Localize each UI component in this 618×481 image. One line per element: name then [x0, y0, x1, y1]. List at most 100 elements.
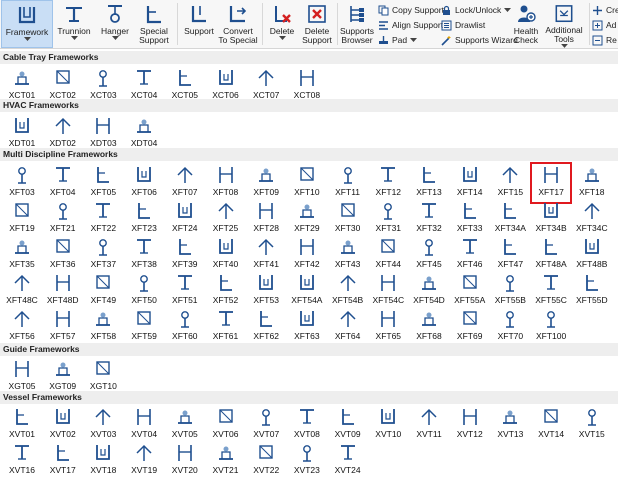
framework-item[interactable]: XFT38	[124, 235, 164, 275]
framework-item[interactable]: XVT22	[246, 441, 286, 481]
framework-item[interactable]: XVT06	[206, 405, 246, 445]
framework-item[interactable]: XFT62	[246, 307, 286, 347]
framework-item[interactable]: XVT13	[490, 405, 530, 445]
framework-item[interactable]: XFT55C	[531, 271, 571, 311]
framework-item[interactable]: XFT35	[2, 235, 42, 275]
framework-item[interactable]: XFT55D	[572, 271, 612, 311]
add-button[interactable]: Ad	[592, 18, 616, 32]
support-button[interactable]: Support	[180, 0, 218, 48]
create-button[interactable]: Cre	[592, 3, 618, 17]
framework-item[interactable]: XFT21	[43, 199, 83, 239]
hanger-button[interactable]: Hanger	[96, 0, 134, 48]
framework-item[interactable]: XVT23	[287, 441, 327, 481]
framework-item[interactable]: XFT41	[246, 235, 286, 275]
framework-item[interactable]: XFT07	[165, 163, 205, 203]
framework-item[interactable]: XFT61	[206, 307, 246, 347]
framework-item[interactable]: XFT55A	[450, 271, 490, 311]
framework-item[interactable]: XFT12	[368, 163, 408, 203]
framework-item[interactable]: XFT52	[206, 271, 246, 311]
framework-item[interactable]: XFT08	[206, 163, 246, 203]
special-support-button[interactable]: Special Support	[136, 0, 172, 48]
framework-item[interactable]: XVT07	[246, 405, 286, 445]
framework-item[interactable]: XFT43	[328, 235, 368, 275]
framework-item[interactable]: XFT48B	[572, 235, 612, 275]
framework-item[interactable]: XFT69	[450, 307, 490, 347]
framework-item[interactable]: XFT06	[124, 163, 164, 203]
framework-item[interactable]: XVT11	[409, 405, 449, 445]
framework-item[interactable]: XFT19	[2, 199, 42, 239]
framework-item[interactable]: XVT02	[43, 405, 83, 445]
framework-item[interactable]: XVT19	[124, 441, 164, 481]
framework-item[interactable]: XFT42	[287, 235, 327, 275]
framework-item[interactable]: XFT54D	[409, 271, 449, 311]
framework-item[interactable]: XVT24	[328, 441, 368, 481]
framework-item-selected[interactable]: XFT17	[530, 162, 573, 204]
framework-item[interactable]: XFT40	[206, 235, 246, 275]
framework-item[interactable]: XFT32	[409, 199, 449, 239]
framework-item[interactable]: XFT13	[409, 163, 449, 203]
trunnion-button[interactable]: Trunnion	[55, 0, 93, 48]
framework-item[interactable]: XVT09	[328, 405, 368, 445]
framework-item[interactable]: XFT25	[206, 199, 246, 239]
framework-item[interactable]: XVT04	[124, 405, 164, 445]
framework-item[interactable]: XFT34C	[572, 199, 612, 239]
framework-item[interactable]: XFT44	[368, 235, 408, 275]
framework-item[interactable]: XFT11	[328, 163, 368, 203]
framework-item[interactable]: XFT22	[83, 199, 123, 239]
framework-button[interactable]: Framework	[1, 0, 53, 48]
framework-item[interactable]: XVT03	[83, 405, 123, 445]
framework-item[interactable]: XFT49	[83, 271, 123, 311]
framework-item[interactable]: XFT54A	[287, 271, 327, 311]
health-check-button[interactable]: Health Check	[509, 0, 543, 48]
additional-tools-button[interactable]: Additional Tools	[544, 0, 584, 48]
framework-item[interactable]: XFT15	[490, 163, 530, 203]
framework-item[interactable]: XFT60	[165, 307, 205, 347]
framework-item[interactable]: XFT56	[2, 307, 42, 347]
framework-item[interactable]: XFT29	[287, 199, 327, 239]
pad-button[interactable]: Pad	[378, 33, 418, 47]
convert-to-special-button[interactable]: Convert To Special	[218, 0, 258, 48]
framework-item[interactable]: XVT01	[2, 405, 42, 445]
framework-item[interactable]: XFT54C	[368, 271, 408, 311]
framework-item[interactable]: XFT45	[409, 235, 449, 275]
framework-item[interactable]: XFT54B	[328, 271, 368, 311]
framework-item[interactable]: XVT18	[83, 441, 123, 481]
delete-support-button[interactable]: Delete Support	[300, 0, 334, 48]
framework-item[interactable]: XFT57	[43, 307, 83, 347]
lock-unlock-button[interactable]: Lock/Unlock	[441, 3, 512, 17]
framework-item[interactable]: XFT48A	[531, 235, 571, 275]
framework-item[interactable]: XFT58	[83, 307, 123, 347]
framework-item[interactable]: XFT14	[450, 163, 490, 203]
framework-item[interactable]: XVT15	[572, 405, 612, 445]
copy-support-button[interactable]: Copy Support	[378, 3, 444, 17]
framework-item[interactable]: XFT50	[124, 271, 164, 311]
framework-item[interactable]: XVT05	[165, 405, 205, 445]
framework-item[interactable]: XVT08	[287, 405, 327, 445]
framework-item[interactable]: XVT12	[450, 405, 490, 445]
framework-item[interactable]: XVT17	[43, 441, 83, 481]
framework-item[interactable]: XFT64	[328, 307, 368, 347]
framework-item[interactable]: XFT05	[83, 163, 123, 203]
framework-item[interactable]: XVT16	[2, 441, 42, 481]
framework-item[interactable]: XFT30	[328, 199, 368, 239]
framework-item[interactable]: XFT33	[450, 199, 490, 239]
framework-item[interactable]: XFT03	[2, 163, 42, 203]
framework-item[interactable]: XFT48D	[43, 271, 83, 311]
framework-item[interactable]: XFT70	[490, 307, 530, 347]
framework-item[interactable]: XFT55B	[490, 271, 530, 311]
framework-item[interactable]: XVT14	[531, 405, 571, 445]
supports-browser-button[interactable]: Supports Browser	[339, 0, 375, 48]
framework-item[interactable]: XFT34B	[531, 199, 571, 239]
align-support-button[interactable]: Align Support	[378, 18, 443, 32]
framework-item[interactable]: XFT53	[246, 271, 286, 311]
framework-item[interactable]: XVT20	[165, 441, 205, 481]
framework-item[interactable]: XFT23	[124, 199, 164, 239]
framework-item[interactable]: XFT04	[43, 163, 83, 203]
supports-wizard-button[interactable]: Supports Wizard	[441, 33, 518, 47]
drawlist-button[interactable]: Drawlist	[441, 18, 485, 32]
framework-item[interactable]: XFT09	[246, 163, 286, 203]
framework-item[interactable]: XFT59	[124, 307, 164, 347]
framework-item[interactable]: XFT18	[572, 163, 612, 203]
framework-item[interactable]: XFT37	[83, 235, 123, 275]
framework-item[interactable]: XFT63	[287, 307, 327, 347]
